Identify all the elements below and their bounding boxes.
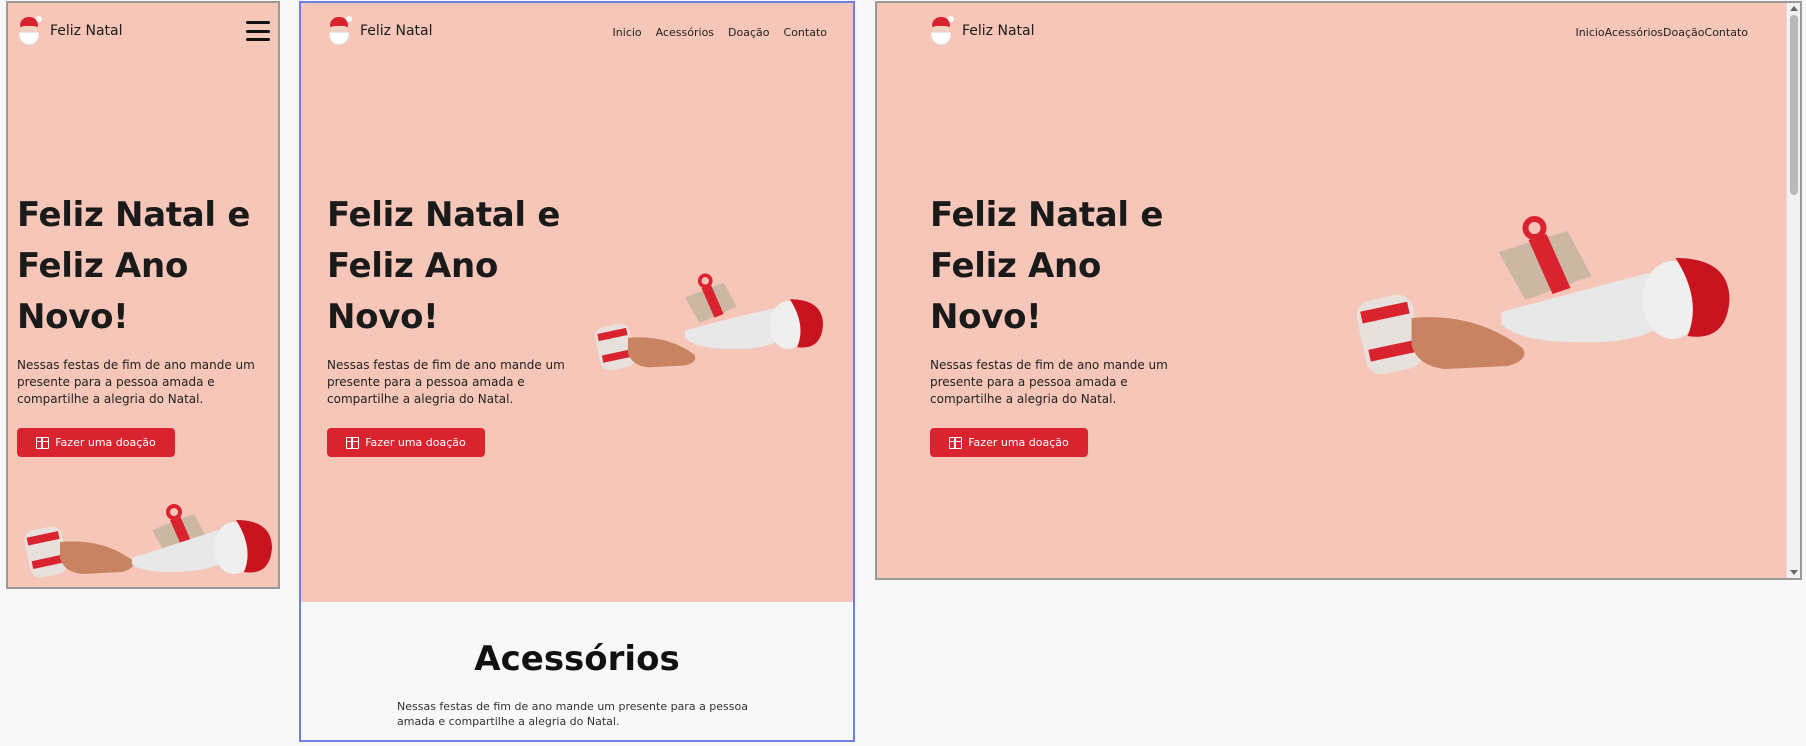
- santa-logo-icon: [18, 16, 42, 45]
- gift-hands-illustration: [24, 504, 272, 578]
- brand-name: Feliz Natal: [962, 23, 1035, 39]
- gift-icon: [36, 436, 50, 449]
- brand-logo[interactable]: Feliz Natal: [328, 16, 433, 45]
- gift-hands-illustration: [1356, 216, 1730, 375]
- santa-logo-icon: [328, 16, 352, 45]
- scrollbar-thumb[interactable]: [1790, 15, 1798, 195]
- hero-lead-line: presente para a pessoa amada e: [17, 375, 215, 389]
- nav-item-acessorios[interactable]: Acessórios: [656, 26, 714, 39]
- hero-lead: Nessas festas de fim de ano mande um pre…: [930, 357, 1170, 408]
- menu-hamburger-icon[interactable]: [246, 21, 270, 41]
- hero-title: Feliz Natal e Feliz Ano Novo!: [17, 190, 250, 343]
- nav-item-acessorios[interactable]: Acessórios: [1605, 26, 1663, 39]
- desktop-preview-frame: Feliz Natal Inicio Acessórios Doação Con…: [875, 1, 1802, 580]
- hero-section: Feliz Natal Inicio Acessórios Doação Con…: [301, 3, 853, 602]
- nav-item-inicio[interactable]: Inicio: [1576, 26, 1605, 39]
- hero-lead-line: compartilhe a alegria do Natal.: [327, 392, 514, 406]
- brand-logo[interactable]: Feliz Natal: [930, 16, 1035, 45]
- brand-logo[interactable]: Feliz Natal: [18, 16, 123, 45]
- hero-title: Feliz Natal e Feliz Ano Novo!: [930, 190, 1163, 343]
- hero-lead-line: Nessas festas de fim de ano mande um: [17, 358, 255, 372]
- hero-section: Feliz Natal Inicio Acessórios Doação Con…: [877, 3, 1800, 578]
- accessories-text: Nessas festas de fim de ano mande um pre…: [397, 699, 757, 729]
- gift-hands-illustration: [595, 273, 823, 371]
- hero-lead-line: Nessas festas de fim de ano mande um: [930, 358, 1168, 372]
- main-nav: Inicio Acessórios Doação Contato: [1576, 26, 1748, 39]
- hero-title-line: Feliz Natal e: [17, 195, 251, 235]
- vertical-scrollbar[interactable]: [1786, 3, 1800, 578]
- scroll-up-icon[interactable]: [1790, 6, 1798, 11]
- mobile-preview-frame: Feliz Natal Feliz Natal e Feliz Ano Novo…: [6, 1, 280, 589]
- santa-logo-icon: [930, 16, 954, 45]
- donate-button[interactable]: Fazer uma doação: [327, 428, 485, 457]
- hero-title-line: Feliz Natal e: [930, 195, 1164, 235]
- scroll-down-icon[interactable]: [1790, 570, 1798, 575]
- nav-item-doacao[interactable]: Doação: [728, 26, 769, 39]
- hero-lead-line: presente para a pessoa amada e: [327, 375, 525, 389]
- hero-lead: Nessas festas de fim de ano mande um pre…: [327, 357, 567, 408]
- hero-title-line: Feliz Ano: [930, 246, 1102, 286]
- donate-button-label: Fazer uma doação: [365, 436, 466, 449]
- hero-lead-line: compartilhe a alegria do Natal.: [930, 392, 1117, 406]
- gift-icon: [346, 436, 360, 449]
- donate-button-label: Fazer uma doação: [55, 436, 156, 449]
- tablet-preview-frame[interactable]: Feliz Natal Inicio Acessórios Doação Con…: [299, 1, 855, 742]
- donate-button[interactable]: Fazer uma doação: [17, 428, 175, 457]
- accessories-text-line: amada e compartilhe a alegria do Natal.: [397, 715, 620, 728]
- hero-title-line: Feliz Natal e: [327, 195, 561, 235]
- brand-name: Feliz Natal: [50, 23, 123, 39]
- nav-item-contato[interactable]: Contato: [1705, 26, 1748, 39]
- hero-section: Feliz Natal Feliz Natal e Feliz Ano Novo…: [8, 3, 278, 587]
- hero-title-line: Novo!: [327, 297, 439, 337]
- nav-item-inicio[interactable]: Inicio: [613, 26, 642, 39]
- accessories-title: Acessórios: [474, 639, 680, 679]
- hero-title: Feliz Natal e Feliz Ano Novo!: [327, 190, 560, 343]
- hero-lead-line: Nessas festas de fim de ano mande um: [327, 358, 565, 372]
- hero-lead: Nessas festas de fim de ano mande um pre…: [17, 357, 257, 408]
- main-nav: Inicio Acessórios Doação Contato: [613, 26, 827, 39]
- hero-title-line: Feliz Ano: [327, 246, 499, 286]
- hero-title-line: Novo!: [17, 297, 129, 337]
- nav-item-doacao[interactable]: Doação: [1663, 26, 1704, 39]
- hero-title-line: Feliz Ano: [17, 246, 189, 286]
- hero-title-line: Novo!: [930, 297, 1042, 337]
- brand-name: Feliz Natal: [360, 23, 433, 39]
- donate-button[interactable]: Fazer uma doação: [930, 428, 1088, 457]
- gift-icon: [949, 436, 963, 449]
- hero-lead-line: compartilhe a alegria do Natal.: [17, 392, 204, 406]
- accessories-text-line: Nessas festas de fim de ano mande um pre…: [397, 700, 748, 713]
- nav-item-contato[interactable]: Contato: [784, 26, 827, 39]
- donate-button-label: Fazer uma doação: [968, 436, 1069, 449]
- hero-lead-line: presente para a pessoa amada e: [930, 375, 1128, 389]
